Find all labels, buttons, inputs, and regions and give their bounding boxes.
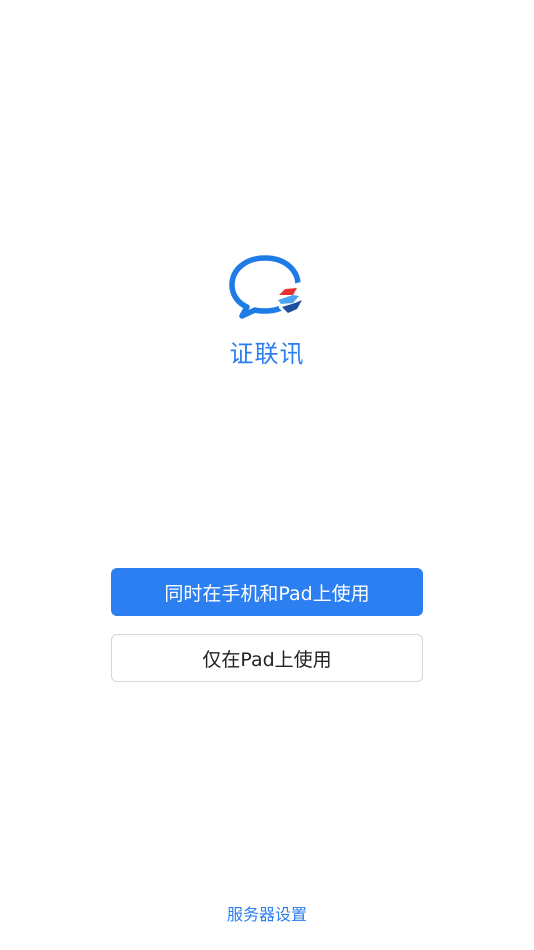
- use-on-phone-and-pad-button[interactable]: 同时在手机和Pad上使用: [111, 568, 423, 616]
- use-on-phone-and-pad-label: 同时在手机和Pad上使用: [164, 582, 370, 605]
- server-settings-link[interactable]: 服务器设置: [0, 901, 534, 925]
- app-name: 证联讯: [229, 340, 305, 368]
- use-on-pad-only-label: 仅在Pad上使用: [202, 648, 332, 671]
- use-on-pad-only-button[interactable]: 仅在Pad上使用: [111, 634, 423, 682]
- chat-bubble-logo-icon: [227, 252, 307, 322]
